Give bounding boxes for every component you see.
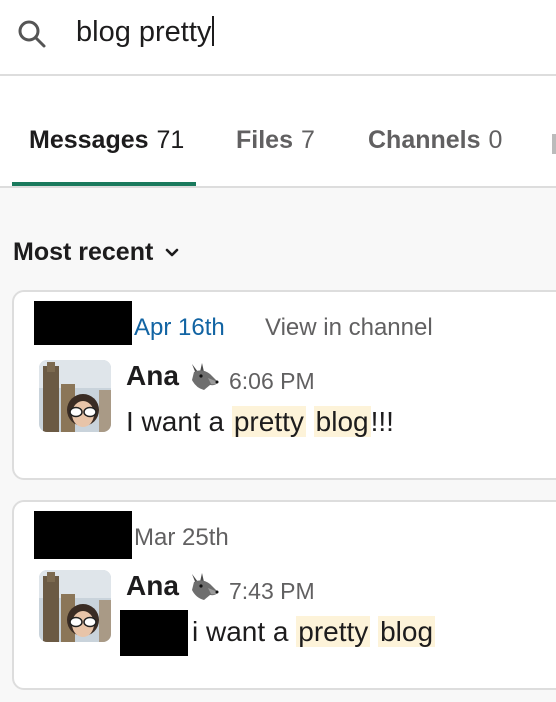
tab-messages-label: Messages bbox=[29, 126, 149, 154]
message-text-part bbox=[306, 406, 314, 437]
tab-messages[interactable]: Messages 71 bbox=[29, 126, 184, 155]
message-author[interactable]: Ana bbox=[126, 360, 179, 392]
search-result-card[interactable]: Apr 16th View in channel Ana 6:06 PM I w… bbox=[12, 290, 556, 480]
view-in-channel-link[interactable]: View in channel bbox=[265, 314, 433, 342]
text-caret bbox=[212, 16, 215, 46]
highlighted-term: blog bbox=[378, 616, 436, 647]
message-text-part: I want a bbox=[126, 406, 232, 437]
avatar[interactable] bbox=[39, 570, 111, 642]
message-text-part bbox=[370, 616, 378, 647]
search-query-text: blog pretty bbox=[76, 16, 212, 48]
message-text: i want a pretty blog bbox=[192, 616, 436, 648]
tab-channels-count: 0 bbox=[488, 126, 503, 154]
chevron-down-icon[interactable] bbox=[164, 246, 180, 260]
tab-overflow-edge[interactable] bbox=[552, 134, 556, 154]
result-date-link[interactable]: Apr 16th bbox=[134, 314, 225, 342]
message-text-part: i want a bbox=[192, 616, 297, 647]
search-bar: blog pretty bbox=[0, 0, 556, 76]
active-tab-indicator bbox=[12, 182, 196, 186]
result-tabs: Messages 71 Files 7 Channels 0 bbox=[0, 76, 556, 188]
message-text-part: !!! bbox=[370, 406, 394, 437]
wolf-emoji-icon bbox=[192, 363, 219, 390]
highlighted-term: pretty bbox=[296, 616, 371, 647]
tab-channels[interactable]: Channels 0 bbox=[368, 126, 502, 155]
message-text: I want a pretty blog!!! bbox=[126, 406, 394, 438]
wolf-emoji-icon bbox=[192, 573, 219, 600]
message-author[interactable]: Ana bbox=[126, 570, 179, 602]
message-time[interactable]: 6:06 PM bbox=[229, 368, 315, 395]
message-time[interactable]: 7:43 PM bbox=[229, 578, 315, 605]
redacted-mention bbox=[120, 610, 188, 656]
search-result-card[interactable]: Mar 25th Ana 7:43 PM i want a pretty blo… bbox=[12, 500, 556, 690]
redacted-channel-name bbox=[34, 511, 132, 559]
tab-channels-label: Channels bbox=[368, 126, 481, 154]
sort-dropdown-label[interactable]: Most recent bbox=[13, 238, 153, 267]
result-date-link[interactable]: Mar 25th bbox=[134, 524, 229, 552]
search-icon[interactable] bbox=[16, 18, 48, 50]
highlighted-term: pretty bbox=[231, 406, 306, 437]
avatar[interactable] bbox=[39, 360, 111, 432]
redacted-channel-name bbox=[34, 301, 132, 345]
highlighted-term: blog bbox=[313, 406, 371, 437]
tab-files[interactable]: Files 7 bbox=[236, 126, 315, 155]
search-input[interactable]: blog pretty bbox=[76, 12, 215, 52]
tab-messages-count: 71 bbox=[156, 126, 185, 154]
tab-files-label: Files bbox=[236, 126, 293, 154]
tab-files-count: 7 bbox=[300, 126, 315, 154]
